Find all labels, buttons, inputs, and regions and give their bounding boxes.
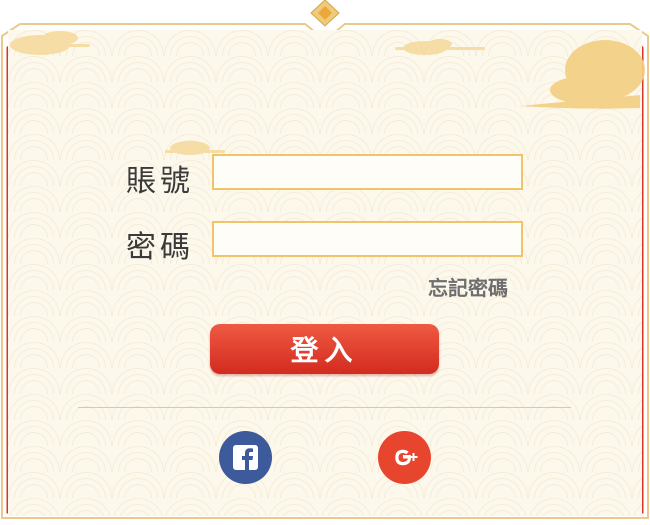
cloud-icon (165, 141, 225, 155)
divider (78, 407, 571, 408)
account-input[interactable] (212, 154, 523, 190)
cloud-icon (10, 31, 90, 55)
password-label: 密碼 (126, 230, 194, 265)
cloud-icon (520, 40, 645, 109)
forgot-password-link[interactable]: 忘記密碼 (428, 272, 508, 301)
google-plus-icon (395, 449, 418, 466)
cloud-icon (395, 39, 485, 55)
login-button[interactable]: 登入 (210, 324, 439, 374)
account-label: 賬號 (126, 164, 194, 199)
facebook-login-button[interactable] (219, 431, 272, 484)
google-plus-login-button[interactable] (378, 431, 431, 484)
facebook-icon (233, 445, 258, 470)
cloud-decorations (10, 31, 645, 155)
password-input[interactable] (212, 221, 523, 257)
